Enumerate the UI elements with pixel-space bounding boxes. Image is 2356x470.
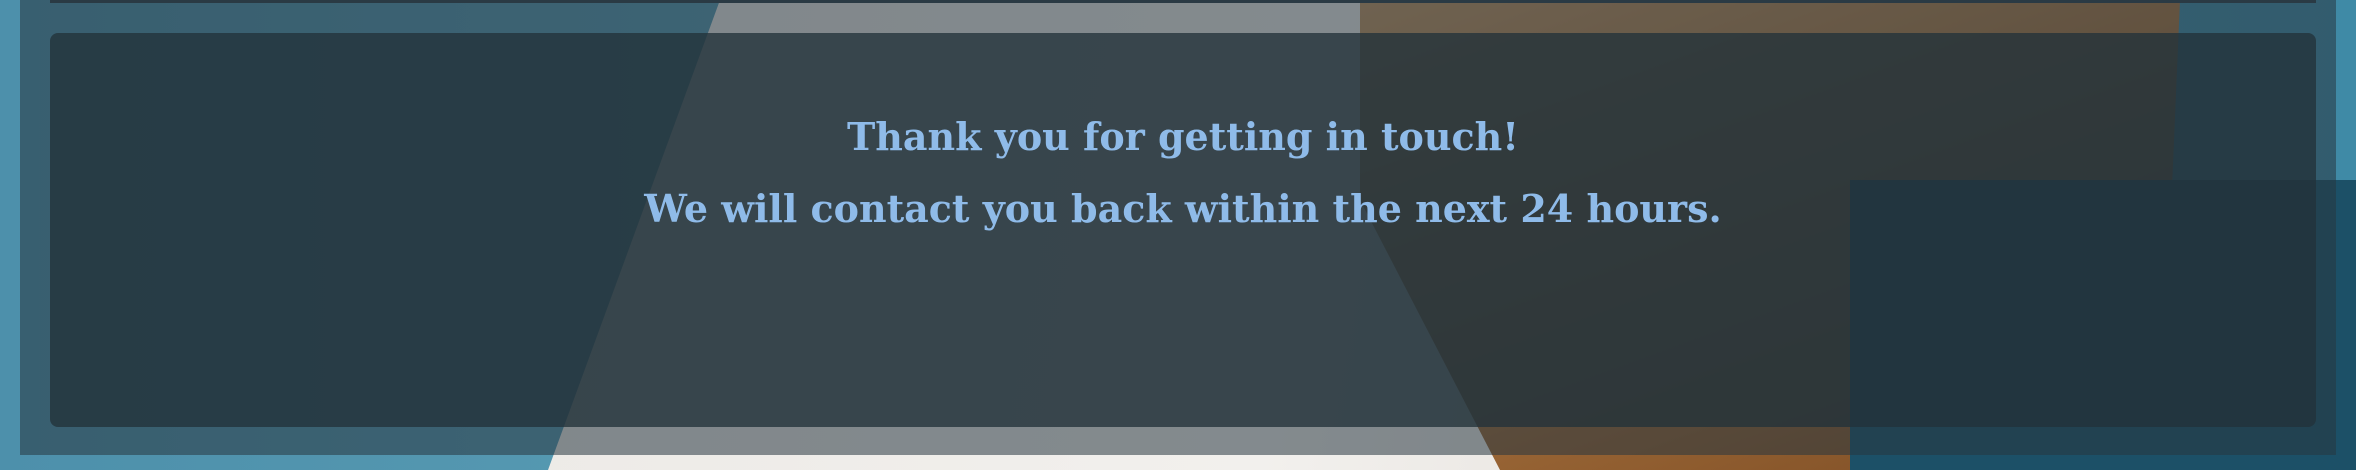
confirmation-message: Thank you for getting in touch! We will … (50, 101, 2316, 245)
confirmation-panel: Thank you for getting in touch! We will … (50, 33, 2316, 427)
thank-you-heading: Thank you for getting in touch! (847, 114, 1519, 159)
contact-notice: We will contact you back within the next… (644, 186, 1722, 231)
top-divider (50, 0, 2316, 3)
